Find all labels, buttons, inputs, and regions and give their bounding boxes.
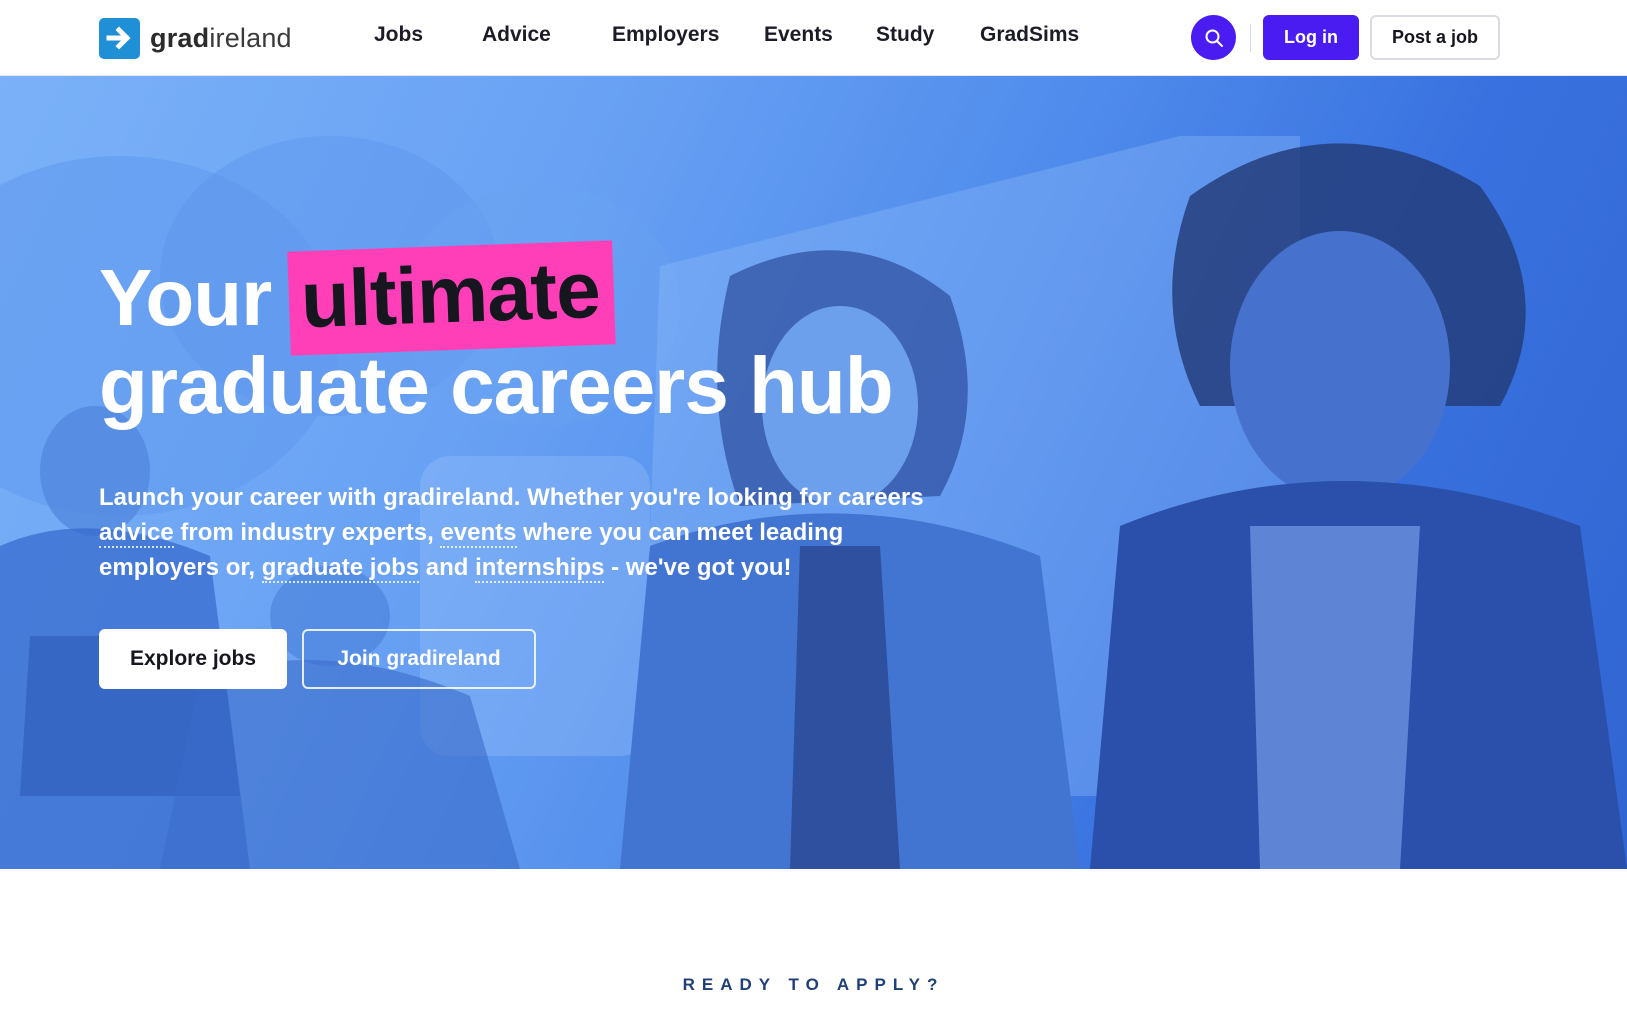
hero-description-text: and (419, 554, 476, 581)
hero-photo-students (0, 76, 1627, 869)
hero-description-text: - we've got you! (604, 554, 792, 581)
hero-heading: Your ultimate graduate careers hub (99, 240, 894, 432)
explore-jobs-button[interactable]: Explore jobs (99, 629, 287, 689)
nav-item-employers[interactable]: Employers (612, 23, 719, 47)
hero-heading-your: Your (99, 253, 272, 342)
section-eyebrow: READY TO APPLY? (682, 975, 945, 994)
nav-item-advice[interactable]: Advice (482, 23, 551, 47)
hero-heading-highlight: ultimate (287, 240, 616, 356)
nav-item-study[interactable]: Study (876, 23, 934, 47)
events-link[interactable]: events (440, 519, 517, 548)
join-gradireland-button[interactable]: Join gradireland (302, 629, 536, 689)
hero-banner: Your ultimate graduate careers hub Launc… (0, 76, 1627, 869)
nav-item-gradsims[interactable]: GradSims (980, 23, 1079, 47)
internships-link[interactable]: internships (475, 554, 605, 583)
post-job-button[interactable]: Post a job (1370, 15, 1500, 60)
login-button[interactable]: Log in (1263, 15, 1359, 60)
logo-wordmark-light: ireland (209, 22, 292, 53)
hero-description-text: from industry experts, (173, 519, 441, 546)
hero-heading-line1: Your ultimate (99, 240, 893, 356)
search-icon (1205, 29, 1223, 47)
graduate-jobs-link[interactable]: graduate jobs (261, 554, 420, 583)
hero-heading-line2: graduate careers hub (99, 341, 894, 430)
logo-wordmark: gradireland (150, 23, 292, 54)
header-divider (1250, 24, 1251, 52)
site-header: gradireland Jobs Advice Employers Events… (0, 0, 1627, 76)
hero-description-text: Launch your career with gradireland. Whe… (99, 484, 924, 511)
search-button[interactable] (1191, 15, 1236, 60)
hero-description: Launch your career with gradireland. Whe… (99, 480, 929, 585)
arrow-logo-icon (99, 17, 140, 59)
nav-item-jobs[interactable]: Jobs (374, 23, 423, 47)
nav-item-events[interactable]: Events (764, 23, 833, 47)
logo-wordmark-bold: grad (150, 22, 210, 53)
advice-link[interactable]: advice (99, 519, 174, 548)
gradireland-logo[interactable]: gradireland (99, 17, 292, 59)
